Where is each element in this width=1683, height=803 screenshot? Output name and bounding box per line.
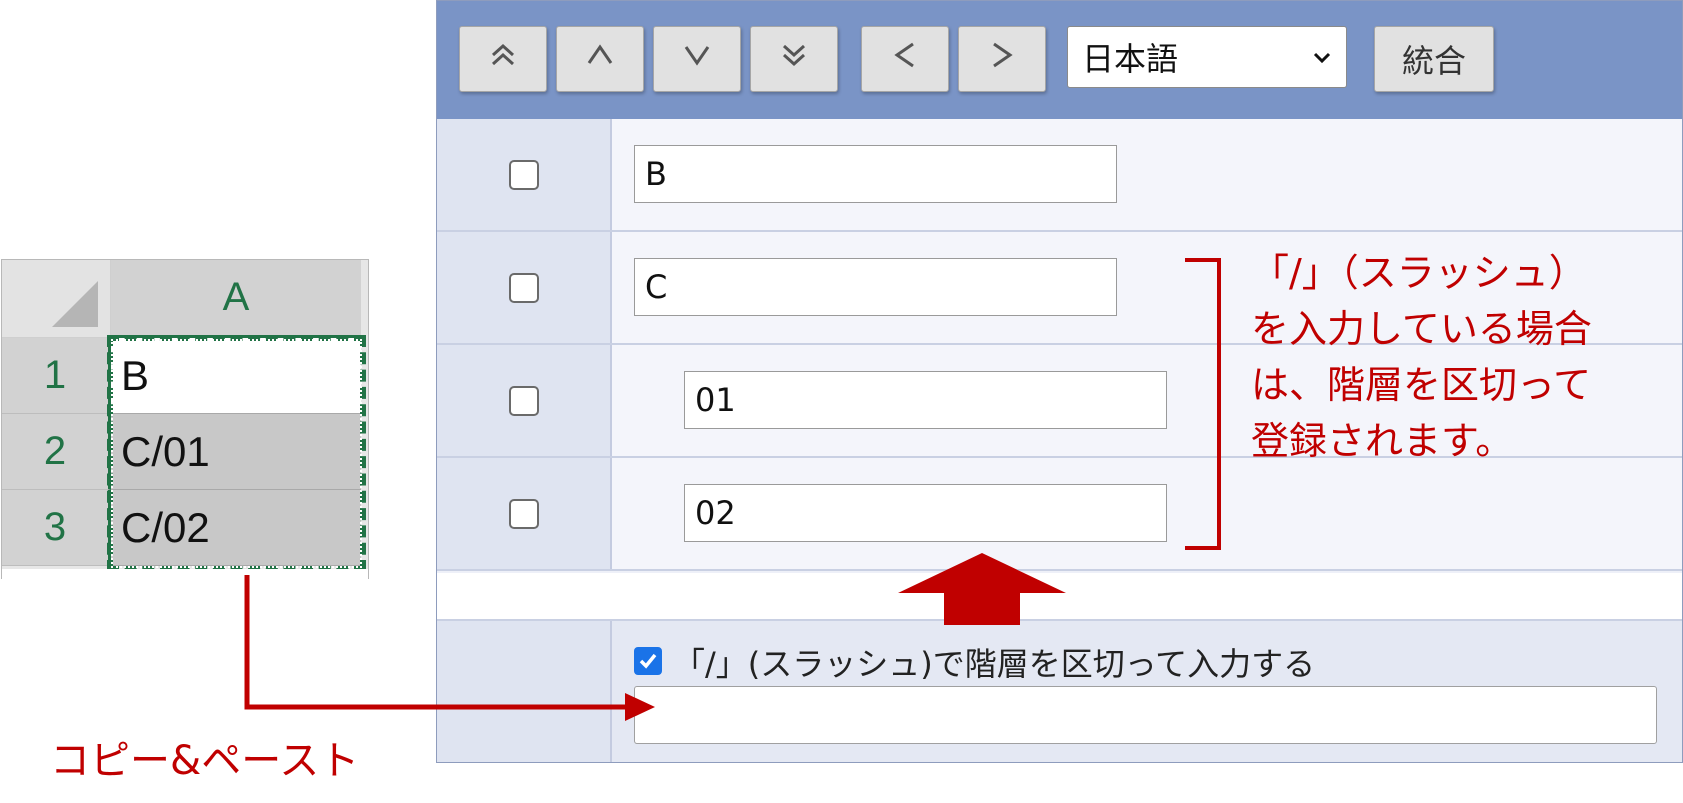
item-input[interactable]: C: [634, 258, 1117, 316]
row-checkbox[interactable]: [508, 159, 539, 190]
move-down-button[interactable]: [653, 26, 741, 92]
row-checkbox[interactable]: [508, 385, 539, 416]
row-header-2[interactable]: 2: [2, 414, 111, 490]
language-select[interactable]: 日本語: [1067, 26, 1347, 88]
toolbar: 日本語 統合: [437, 1, 1682, 119]
item-input-child[interactable]: 01: [684, 371, 1167, 429]
indent-button[interactable]: [958, 26, 1046, 92]
item-input-child[interactable]: 02: [684, 484, 1167, 542]
list-item: B: [437, 119, 1682, 232]
row-header-3[interactable]: 3: [2, 490, 111, 566]
outdent-button[interactable]: [861, 26, 949, 92]
column-header-a[interactable]: A: [111, 260, 361, 338]
row-header-1[interactable]: 1: [2, 338, 111, 414]
chevron-down-icon: [677, 35, 717, 84]
double-chevron-down-icon: [774, 35, 814, 84]
copy-paste-arrow-icon: [244, 575, 655, 721]
row-checkbox[interactable]: [508, 272, 539, 303]
copy-paste-label: コピー&ペースト: [50, 738, 360, 784]
row-checkbox[interactable]: [508, 498, 539, 529]
up-arrow-icon: [898, 553, 1066, 625]
language-select-value: 日本語: [1082, 40, 1179, 78]
chevron-left-icon: [885, 35, 925, 84]
move-up-button[interactable]: [556, 26, 644, 92]
annotation-note: 「/」（スラッシュ） を入力している場合 は、階層を区切って 登録されます。: [1251, 251, 1592, 463]
chevron-up-icon: [580, 35, 620, 84]
select-all-corner[interactable]: [2, 260, 111, 338]
chevron-right-icon: [982, 35, 1022, 84]
excel-snippet: A 1 2 3 B C/01 C/02: [1, 259, 369, 579]
item-input[interactable]: B: [634, 145, 1117, 203]
cell-a1[interactable]: B: [111, 338, 361, 414]
slash-option-label: 「/」(スラッシュ)で階層を区切って入力する: [673, 645, 1316, 683]
bulk-paste-input[interactable]: [634, 686, 1657, 744]
chevron-down-icon: [1312, 43, 1332, 71]
cell-a3[interactable]: C/02: [111, 490, 361, 566]
merge-button[interactable]: 統合: [1374, 26, 1494, 92]
move-top-button[interactable]: [459, 26, 547, 92]
annotation-bracket: [1185, 258, 1221, 550]
move-bottom-button[interactable]: [750, 26, 838, 92]
cell-a2[interactable]: C/01: [111, 414, 361, 490]
double-chevron-up-icon: [483, 35, 523, 84]
